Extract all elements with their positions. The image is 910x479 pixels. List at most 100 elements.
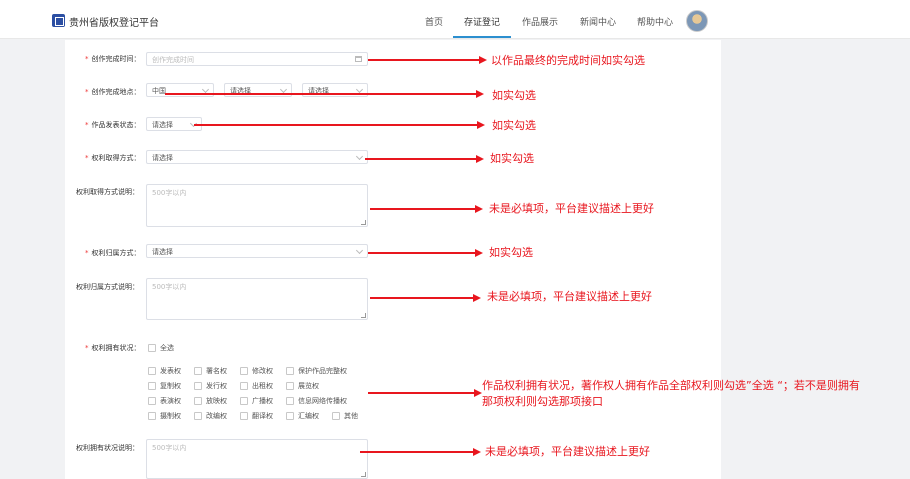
checkbox-icon	[194, 412, 202, 420]
checkbox-icon	[194, 382, 202, 390]
checkbox-icon	[148, 367, 156, 375]
chevron-down-icon	[355, 85, 364, 94]
annotation-note: 那项权利则勾选那项接口	[482, 395, 603, 408]
publish-status-label: * 作品发表状态：	[85, 120, 141, 130]
checkbox-icon	[240, 412, 248, 420]
annotation-note: 作品权利拥有状况，著作权人拥有作品全部权利则勾选”全选 “；若不是则拥有	[482, 379, 860, 392]
acquire-method-select[interactable]: 请选择	[146, 150, 368, 164]
completion-place-label-text: 创作完成地点：	[91, 88, 141, 96]
annotation-note: 以作品最终的完成时间如实勾选	[491, 54, 645, 67]
right-checkbox[interactable]: 署名权	[194, 366, 227, 376]
right-checkbox[interactable]: 改编权	[194, 411, 227, 421]
resize-handle-icon[interactable]	[361, 472, 366, 477]
acquire-method-label: * 权利取得方式：	[85, 153, 141, 163]
acquire-desc-textarea[interactable]: 500字以内	[146, 184, 368, 227]
annotation-arrow	[194, 121, 485, 129]
required-mark: *	[85, 55, 89, 63]
annotation-note: 如实勾选	[489, 246, 533, 259]
nav-help[interactable]: 帮助中心	[637, 15, 673, 28]
resize-handle-icon[interactable]	[361, 220, 366, 225]
ownership-desc-textarea[interactable]: 500字以内	[146, 278, 368, 320]
resize-handle-icon[interactable]	[361, 313, 366, 318]
right-checkbox[interactable]: 信息网络传播权	[286, 396, 347, 406]
right-label: 放映权	[206, 397, 227, 405]
rights-status-label-text: 权利拥有状况：	[91, 344, 141, 352]
right-checkbox[interactable]: 翻译权	[240, 411, 273, 421]
right-checkbox[interactable]: 其他	[332, 411, 358, 421]
right-checkbox[interactable]: 广播权	[240, 396, 273, 406]
right-label: 信息网络传播权	[298, 397, 347, 405]
logo-icon[interactable]	[52, 14, 65, 27]
checkbox-icon	[286, 397, 294, 405]
completion-time-placeholder: 创作完成时间	[152, 56, 194, 64]
required-mark: *	[85, 88, 89, 96]
ownership-desc-placeholder: 500字以内	[152, 283, 187, 291]
rights-desc-textarea[interactable]: 500字以内	[146, 439, 368, 479]
right-label: 展览权	[298, 382, 319, 390]
completion-place-label: * 创作完成地点：	[85, 87, 141, 97]
annotation-note: 未是必填项，平台建议描述上更好	[485, 445, 650, 458]
nav-news[interactable]: 新闻中心	[580, 15, 616, 28]
right-checkbox[interactable]: 保护作品完整权	[286, 366, 347, 376]
chevron-down-icon	[201, 85, 210, 94]
completion-time-label-text: 创作完成时间：	[91, 55, 141, 63]
right-label: 表演权	[160, 397, 181, 405]
checkbox-icon	[194, 367, 202, 375]
checkbox-icon	[148, 382, 156, 390]
completion-time-label: * 创作完成时间：	[85, 54, 141, 64]
right-label: 广播权	[252, 397, 273, 405]
right-label: 改编权	[206, 412, 227, 420]
required-mark: *	[85, 154, 89, 162]
right-checkbox[interactable]: 修改权	[240, 366, 273, 376]
ownership-desc-label: 权利归属方式说明：	[76, 283, 139, 291]
checkbox-icon	[240, 382, 248, 390]
nav-register[interactable]: 存证登记	[464, 15, 500, 28]
annotation-note: 如实勾选	[490, 152, 534, 165]
right-checkbox[interactable]: 汇编权	[286, 411, 319, 421]
select-all-checkbox[interactable]: 全选	[148, 343, 174, 353]
ownership-method-select[interactable]: 请选择	[146, 244, 368, 258]
right-checkbox[interactable]: 发表权	[148, 366, 181, 376]
acquire-desc-placeholder: 500字以内	[152, 189, 187, 197]
checkbox-icon	[148, 344, 156, 352]
rights-status-label: * 权利拥有状况：	[85, 343, 141, 353]
annotation-arrow	[368, 56, 487, 64]
required-mark: *	[85, 121, 89, 129]
acquire-desc-label: 权利取得方式说明：	[76, 188, 139, 196]
ownership-method-label: * 权利归属方式：	[85, 248, 141, 258]
annotation-arrow	[368, 249, 483, 257]
nav-home[interactable]: 首页	[425, 15, 443, 28]
chevron-down-icon	[279, 85, 288, 94]
nav-works[interactable]: 作品展示	[522, 15, 558, 28]
right-label: 署名权	[206, 367, 227, 375]
acquire-method-label-text: 权利取得方式：	[91, 154, 141, 162]
right-label: 汇编权	[298, 412, 319, 420]
ownership-method-label-text: 权利归属方式：	[91, 249, 141, 257]
annotation-note: 未是必填项，平台建议描述上更好	[489, 202, 654, 215]
rights-desc-label: 权利拥有状况说明：	[76, 444, 139, 452]
right-label: 翻译权	[252, 412, 273, 420]
right-checkbox[interactable]: 复制权	[148, 381, 181, 391]
ownership-method-value: 请选择	[152, 248, 173, 256]
right-checkbox[interactable]: 放映权	[194, 396, 227, 406]
publish-status-label-text: 作品发表状态：	[91, 121, 141, 129]
right-checkbox[interactable]: 摄制权	[148, 411, 181, 421]
country-value: 中国	[152, 87, 166, 95]
completion-time-input[interactable]: 创作完成时间	[146, 52, 368, 66]
checkbox-icon	[286, 412, 294, 420]
right-label: 摄制权	[160, 412, 181, 420]
user-avatar[interactable]	[686, 10, 708, 32]
annotation-note: 未是必填项，平台建议描述上更好	[487, 290, 652, 303]
acquire-method-value: 请选择	[152, 154, 173, 162]
rights-desc-placeholder: 500字以内	[152, 444, 187, 452]
required-mark: *	[85, 249, 89, 257]
site-title[interactable]: 贵州省版权登记平台	[69, 14, 159, 29]
chevron-down-icon	[355, 246, 364, 255]
right-checkbox[interactable]: 发行权	[194, 381, 227, 391]
select-all-label: 全选	[160, 344, 174, 352]
right-checkbox[interactable]: 展览权	[286, 381, 319, 391]
right-checkbox[interactable]: 出租权	[240, 381, 273, 391]
right-checkbox[interactable]: 表演权	[148, 396, 181, 406]
checkbox-icon	[332, 412, 340, 420]
annotation-arrow	[370, 294, 481, 302]
